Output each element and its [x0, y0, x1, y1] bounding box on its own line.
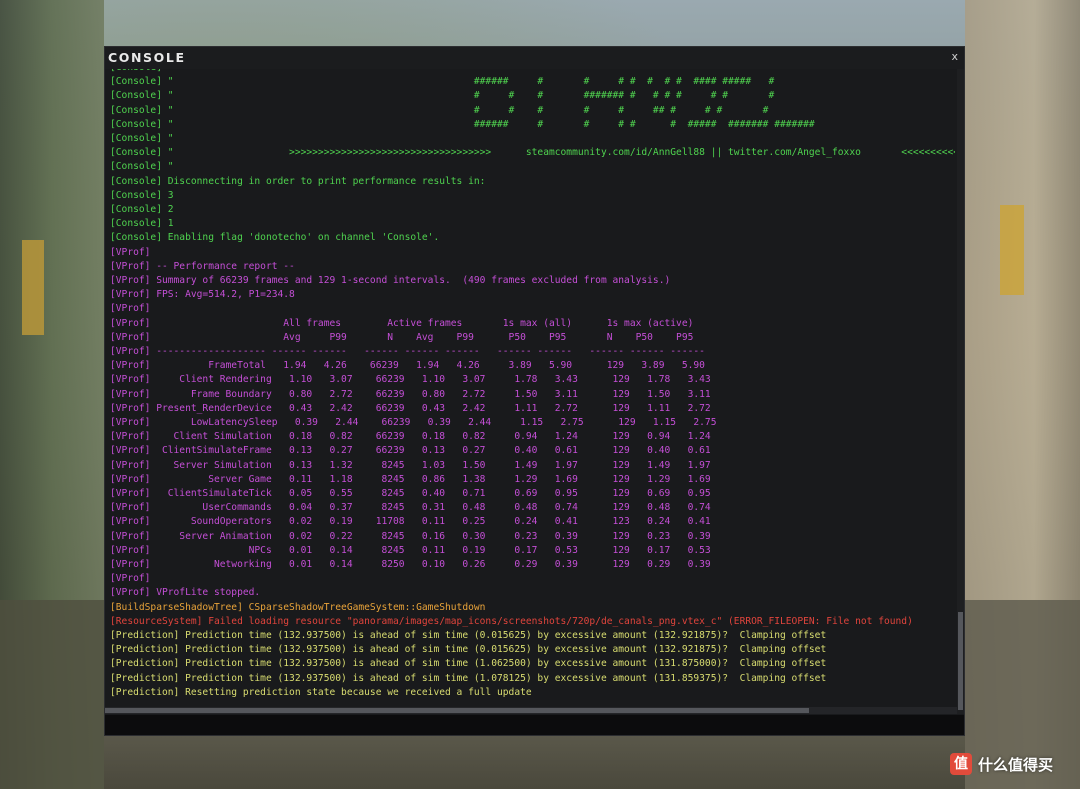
console-line: [VProf]: [110, 246, 151, 258]
console-line: [VProf] ClientSimulateFrame 0.13 0.27 66…: [110, 445, 711, 457]
console-line: [VProf]: [110, 303, 151, 315]
console-line: [VProf] Avg P99 N Avg P99 P50 P95 N P50 …: [110, 331, 694, 343]
console-line: [Console] ": [110, 161, 174, 173]
console-title: CONSOLE: [108, 50, 186, 65]
console-line: [VProf] SoundOperators 0.02 0.19 11708 0…: [110, 516, 711, 528]
console-line: [Prediction] Prediction time (132.937500…: [110, 644, 827, 656]
background-sign-right: [1000, 205, 1024, 295]
console-window: CONSOLE x [Console][Console] " ###### # …: [104, 46, 965, 736]
console-line: [VProf] FrameTotal 1.94 4.26 66239 1.94 …: [110, 360, 705, 372]
console-line: [VProf] Frame Boundary 0.80 2.72 66239 0…: [110, 388, 711, 400]
console-line: [Prediction] Prediction time (132.937500…: [110, 658, 827, 670]
console-line: [VProf] Client Rendering 1.10 3.07 66239…: [110, 374, 711, 386]
watermark-logo-icon: 值: [950, 753, 972, 775]
console-log[interactable]: [Console][Console] " ###### # # # # # # …: [110, 69, 955, 705]
console-line: [Console] Disconnecting in order to prin…: [110, 175, 486, 187]
console-line: [VProf] -- Performance report --: [110, 260, 295, 272]
console-line: [VProf] Summary of 66239 frames and 129 …: [110, 275, 671, 286]
console-line: [Console] " ###### # # # # # # # #### ##…: [110, 76, 775, 88]
console-line: [Prediction] Prediction time (132.937500…: [110, 630, 827, 641]
console-line: [VProf] Server Animation 0.02 0.22 8245 …: [110, 530, 711, 542]
console-line: [VProf]: [110, 573, 151, 585]
console-line: [Console] 2: [110, 204, 174, 215]
console-line: [Prediction] Resetting prediction state …: [110, 686, 532, 698]
background-sign-left: [22, 240, 44, 335]
console-line: [VProf] Present_RenderDevice 0.43 2.42 6…: [110, 402, 711, 414]
background-ground-left: [0, 600, 104, 789]
watermark: 值 什么值得买: [950, 753, 1053, 775]
console-line: [Console] " # # # ####### # # # # # # #: [110, 90, 775, 102]
console-line: [VProf] Server Game 0.11 1.18 8245 0.86 …: [110, 473, 711, 485]
console-line: [VProf] FPS: Avg=514.2, P1=234.8: [110, 289, 295, 301]
console-line: [Console] 3: [110, 189, 174, 201]
console-line: [VProf] All frames Active frames 1s max …: [110, 317, 694, 329]
console-line: [Console] " >>>>>>>>>>>>>>>>>>>>>>>>>>>>…: [110, 147, 955, 159]
console-line: [Console] ": [110, 133, 174, 144]
console-line: [VProf] Networking 0.01 0.14 8250 0.10 0…: [110, 559, 711, 570]
console-line: [Console] " ###### # # # # # ##### #####…: [110, 118, 815, 130]
console-input[interactable]: [105, 715, 964, 735]
console-line: [Console] " # # # # # ## # # # #: [110, 104, 769, 116]
console-line: [VProf] Client Simulation 0.18 0.82 6623…: [110, 431, 711, 443]
console-line: [Console] 1: [110, 218, 174, 230]
console-line: [ResourceSystem] Failed loading resource…: [110, 615, 913, 627]
console-line: [BuildSparseShadowTree] CSparseShadowTre…: [110, 601, 486, 613]
console-line: [VProf] ClientSimulateTick 0.05 0.55 824…: [110, 488, 711, 499]
console-line: [VProf] Server Simulation 0.13 1.32 8245…: [110, 459, 711, 471]
console-line: [VProf] UserCommands 0.04 0.37 8245 0.31…: [110, 502, 711, 514]
console-titlebar[interactable]: CONSOLE x: [105, 47, 964, 69]
background-street: [104, 736, 965, 789]
console-line: [VProf] NPCs 0.01 0.14 8245 0.11 0.19 0.…: [110, 544, 711, 556]
close-icon[interactable]: x: [951, 50, 958, 63]
console-line: [Prediction] Prediction time (132.937500…: [110, 672, 827, 684]
console-line: [VProf] VProfLite stopped.: [110, 587, 261, 599]
console-line: [Console] Enabling flag 'donotecho' on c…: [110, 232, 440, 244]
watermark-text: 什么值得买: [978, 755, 1054, 774]
horizontal-scrollbar-thumb[interactable]: [105, 708, 809, 713]
console-line: [VProf] ------------------- ------ -----…: [110, 346, 705, 357]
vertical-scrollbar-thumb[interactable]: [958, 612, 963, 710]
console-line: [VProf] LowLatencySleep 0.39 2.44 66239 …: [110, 417, 717, 428]
